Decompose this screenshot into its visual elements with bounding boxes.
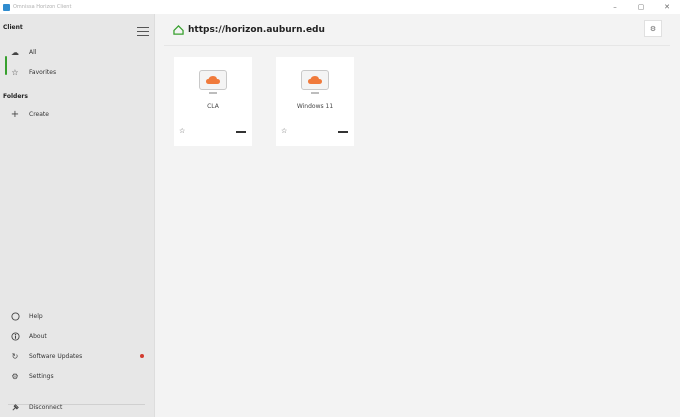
create-folder-button[interactable]: + Create: [0, 106, 155, 122]
window-title: Omnissa Horizon Client: [13, 4, 72, 10]
home-cloud-icon: [173, 25, 184, 35]
sidebar-item-label: About: [29, 332, 47, 340]
sidebar-heading-client: Client: [3, 24, 23, 31]
star-icon: ☆: [11, 67, 19, 77]
plus-icon: +: [10, 108, 20, 120]
refresh-icon: ↻: [11, 351, 19, 361]
sidebar-item-label: Software Updates: [29, 352, 83, 360]
more-options-button[interactable]: [338, 131, 348, 133]
cloud-icon: ☁: [11, 47, 19, 57]
update-alert-dot: [140, 354, 144, 358]
monitor-stand: [311, 92, 319, 94]
sidebar-item-all[interactable]: ☁ All: [0, 44, 155, 60]
desktop-tile-cla[interactable]: CLA ☆: [174, 57, 252, 146]
gear-icon: ⚙: [649, 24, 657, 33]
server-settings-button[interactable]: ⚙: [644, 20, 662, 37]
sidebar-item-label: Favorites: [29, 68, 57, 76]
sidebar-item-favorites[interactable]: ☆ Favorites: [0, 64, 155, 80]
favorite-star-icon[interactable]: ☆: [179, 127, 185, 135]
minimize-button[interactable]: –: [602, 0, 628, 14]
monitor-stand: [209, 92, 217, 94]
info-icon: [10, 331, 20, 341]
sidebar-item-about[interactable]: About: [0, 328, 155, 344]
sidebar-item-label: All: [29, 48, 37, 56]
plug-icon: [10, 402, 20, 412]
hamburger-menu-button[interactable]: [137, 27, 149, 36]
help-icon: [10, 311, 20, 321]
disconnect-button[interactable]: Disconnect: [0, 399, 155, 415]
header-divider: [164, 45, 670, 46]
window-controls: – ▢ ✕: [602, 0, 680, 14]
cloud-icon: [206, 76, 220, 84]
sidebar: Client ☁ All ☆ Favorites Folders + Creat…: [0, 14, 155, 417]
app-logo-icon: [3, 3, 10, 11]
sidebar-heading-folders: Folders: [3, 93, 28, 100]
server-header: https://horizon.auburn.edu: [173, 22, 325, 38]
sidebar-item-settings[interactable]: ⚙ Settings: [0, 368, 155, 384]
disconnect-label: Disconnect: [29, 403, 63, 411]
favorite-star-icon[interactable]: ☆: [281, 127, 287, 135]
sidebar-item-software-updates[interactable]: ↻ Software Updates: [0, 348, 155, 364]
sidebar-item-label: Help: [29, 312, 43, 320]
sidebar-item-help[interactable]: Help: [0, 308, 155, 324]
cloud-icon: [308, 76, 322, 84]
desktop-monitor-icon: [301, 70, 329, 90]
desktop-name: CLA: [207, 103, 219, 110]
desktop-tile-windows-11[interactable]: Windows 11 ☆: [276, 57, 354, 146]
gear-icon: ⚙: [11, 371, 19, 381]
server-url: https://horizon.auburn.edu: [188, 25, 325, 35]
more-options-button[interactable]: [236, 131, 246, 133]
desktop-name: Windows 11: [296, 103, 334, 110]
sidebar-item-label: Settings: [29, 372, 54, 380]
title-bar: Omnissa Horizon Client – ▢ ✕: [0, 0, 680, 14]
create-label: Create: [29, 110, 49, 118]
desktop-monitor-icon: [199, 70, 227, 90]
close-button[interactable]: ✕: [654, 0, 680, 14]
maximize-button[interactable]: ▢: [628, 0, 654, 14]
